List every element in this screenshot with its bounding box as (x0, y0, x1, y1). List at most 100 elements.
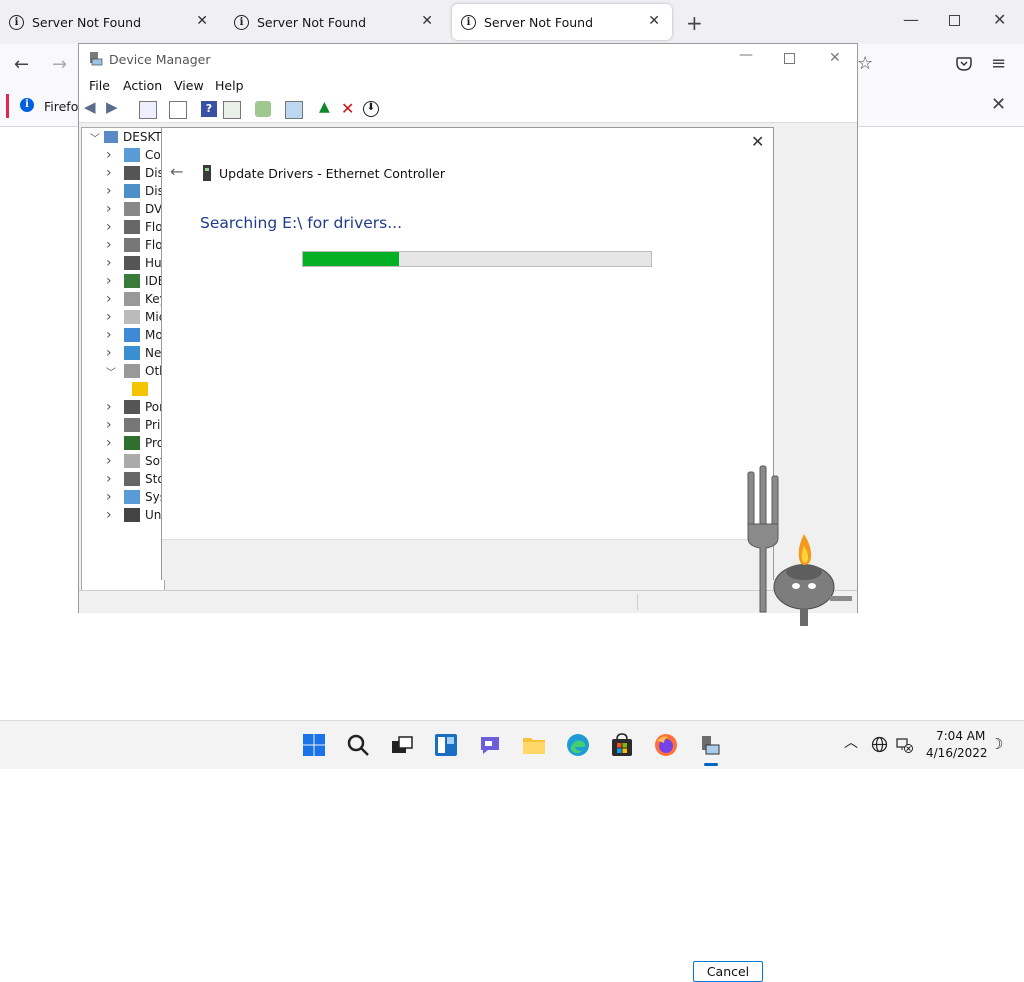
tree-item[interactable]: ›Syst (82, 488, 164, 506)
expand-chevron-icon[interactable]: › (106, 219, 118, 235)
back-icon[interactable]: ← (14, 54, 29, 75)
tree-item[interactable]: › Por (82, 398, 164, 416)
tree-item[interactable]: ›Soft (82, 452, 164, 470)
tree-item[interactable]: › Mo (82, 326, 164, 344)
tree-item[interactable]: ›Disk (82, 164, 164, 182)
monitor-icon (124, 328, 140, 342)
browser-tab-3[interactable]: i Server Not Found ✕ (452, 4, 672, 40)
software-icon (124, 454, 140, 468)
file-explorer-icon[interactable] (522, 733, 546, 757)
tree-item[interactable]: ›DVD (82, 200, 164, 218)
tab-close-icon[interactable]: ✕ (421, 13, 433, 29)
chevron-up-icon[interactable]: ︿ (844, 732, 858, 752)
store-icon[interactable] (610, 733, 634, 757)
expand-chevron-icon[interactable]: › (106, 507, 118, 523)
edge-icon[interactable] (566, 733, 590, 757)
tree-item[interactable]: ›Disp (82, 182, 164, 200)
menu-icon[interactable]: ≡ (991, 53, 1006, 74)
uninstall-icon[interactable]: ✕ (341, 99, 357, 118)
back-icon[interactable]: ◀ (84, 98, 100, 116)
tree-root[interactable]: ﹀ DESKTOP (82, 128, 164, 146)
menu-action[interactable]: Action (123, 78, 162, 93)
expand-chevron-icon[interactable]: › (106, 165, 118, 181)
start-icon[interactable] (302, 733, 326, 757)
expand-chevron-icon[interactable]: › (106, 417, 118, 433)
notification-close-icon[interactable]: ✕ (991, 94, 1006, 115)
tree-item[interactable]: ›Flop (82, 236, 164, 254)
restore-icon[interactable] (949, 15, 960, 26)
tree-item[interactable]: › Cor (82, 146, 164, 164)
tree-item[interactable]: ﹀ Oth (82, 362, 164, 380)
expand-chevron-icon[interactable]: › (106, 453, 118, 469)
cancel-button[interactable]: Cancel (693, 961, 763, 982)
expand-chevron-icon[interactable]: › (106, 435, 118, 451)
device-manager-icon[interactable] (698, 733, 722, 757)
menu-file[interactable]: File (89, 78, 110, 93)
expand-chevron-icon[interactable]: › (106, 327, 118, 343)
widgets-icon[interactable] (434, 733, 458, 757)
forward-icon[interactable]: ▶ (106, 98, 122, 116)
tree-item[interactable]: ›Stor (82, 470, 164, 488)
tree-item[interactable]: › Pro (82, 434, 164, 452)
network-disconnected-icon[interactable] (896, 736, 913, 753)
tab-close-icon[interactable]: ✕ (648, 13, 660, 29)
clock-date[interactable]: 4/16/2022 (926, 746, 988, 760)
window-close-icon[interactable]: ✕ (829, 50, 841, 66)
search-icon[interactable] (346, 733, 370, 757)
tree-item[interactable]: › Net (82, 344, 164, 362)
minimize-icon[interactable]: — (903, 10, 919, 29)
browser-tab-1[interactable]: i Server Not Found ✕ (0, 4, 220, 40)
new-tab-icon[interactable]: + (686, 11, 703, 35)
expand-chevron-icon[interactable]: › (106, 273, 118, 289)
forward-icon[interactable]: → (52, 54, 67, 75)
scan-hardware-icon[interactable] (285, 101, 303, 119)
expand-chevron-icon[interactable]: › (106, 147, 118, 163)
update-driver-icon[interactable] (255, 101, 271, 117)
minimize-icon[interactable]: — (739, 47, 753, 63)
expand-chevron-icon[interactable]: › (106, 255, 118, 271)
dialog-back-icon[interactable]: ← (170, 162, 183, 181)
view-icon[interactable] (223, 101, 241, 119)
dialog-close-icon[interactable]: ✕ (751, 132, 764, 151)
expand-chevron-icon[interactable]: › (106, 345, 118, 361)
disable-device-icon[interactable]: ⬇ (363, 101, 379, 117)
tree-item[interactable]: › Hur (82, 254, 164, 272)
firefox-icon[interactable] (654, 733, 678, 757)
expand-chevron-icon[interactable]: › (106, 489, 118, 505)
notification-moon-icon[interactable]: ☽ (990, 735, 1003, 753)
tree-item[interactable]: › Key (82, 290, 164, 308)
menu-help[interactable]: Help (215, 78, 244, 93)
enable-device-icon[interactable]: ▲ (319, 99, 335, 115)
help-icon[interactable]: ? (201, 101, 217, 117)
browser-tab-2[interactable]: i Server Not Found ✕ (225, 4, 445, 40)
tree-item[interactable]: › IDE (82, 272, 164, 290)
dialog-title: Update Drivers - Ethernet Controller (219, 166, 445, 181)
properties-icon[interactable] (169, 101, 187, 119)
tree-item[interactable]: ›Flop (82, 218, 164, 236)
maximize-icon[interactable] (784, 53, 795, 64)
tree-item[interactable]: › Mic (82, 308, 164, 326)
expand-chevron-icon[interactable]: › (106, 201, 118, 217)
system-icon (124, 490, 140, 504)
show-hide-tree-icon[interactable] (139, 101, 157, 119)
expand-chevron-icon[interactable]: › (106, 471, 118, 487)
language-globe-icon[interactable] (871, 736, 888, 753)
expand-chevron-icon[interactable]: › (106, 183, 118, 199)
task-view-icon[interactable] (390, 733, 414, 757)
expand-chevron-icon[interactable]: › (106, 237, 118, 253)
menu-view[interactable]: View (174, 78, 204, 93)
window-close-icon[interactable]: ✕ (993, 10, 1006, 29)
clock-time[interactable]: 7:04 AM (936, 729, 985, 743)
tree-item[interactable] (82, 380, 164, 398)
collapse-chevron-icon[interactable]: ﹀ (90, 130, 100, 145)
expand-chevron-icon[interactable]: › (106, 309, 118, 325)
tree-item[interactable]: › Prir (82, 416, 164, 434)
collapse-chevron-icon[interactable]: ﹀ (106, 364, 118, 379)
expand-chevron-icon[interactable]: › (106, 291, 118, 307)
bookmark-star-icon[interactable]: ☆ (857, 53, 873, 74)
expand-chevron-icon[interactable]: › (106, 399, 118, 415)
chat-icon[interactable] (478, 733, 502, 757)
tree-item[interactable]: › Uni (82, 506, 164, 524)
tab-close-icon[interactable]: ✕ (196, 13, 208, 29)
pocket-icon[interactable] (956, 57, 972, 71)
